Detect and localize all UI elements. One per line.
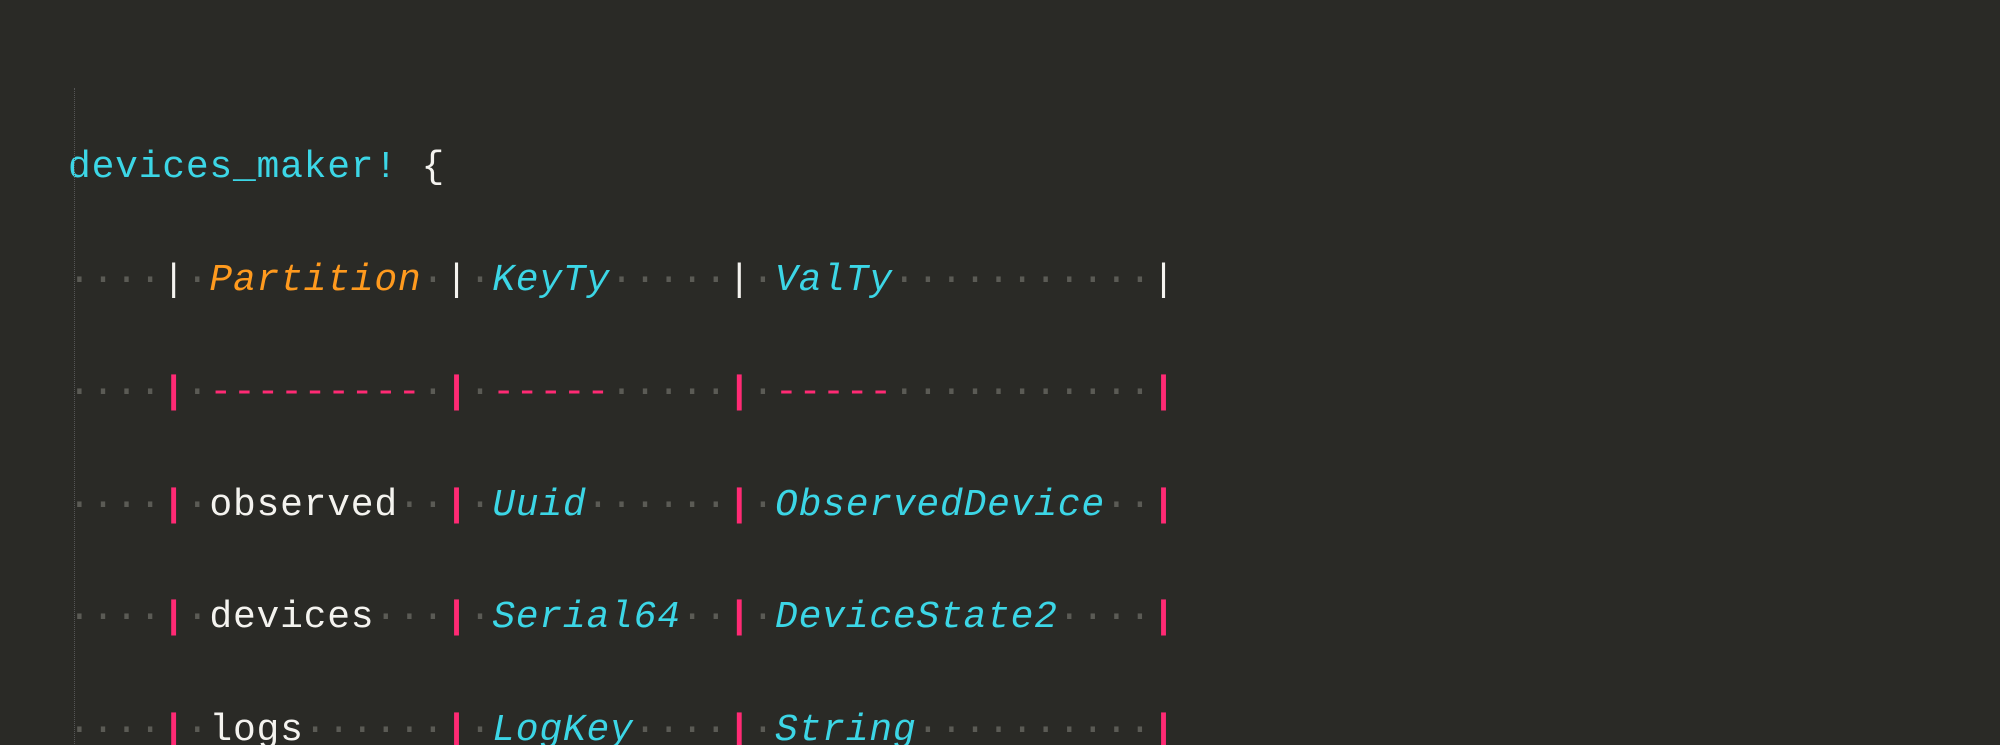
- ws: ·: [186, 484, 210, 527]
- pipe: |: [162, 596, 186, 639]
- pipe: |: [728, 596, 752, 639]
- indent-guide: [74, 88, 75, 745]
- pipe: |: [728, 259, 752, 302]
- ws: ·: [186, 259, 210, 302]
- ws: ·: [186, 371, 210, 414]
- cell-keyty: Uuid: [492, 484, 586, 527]
- macro-name: devices_maker!: [68, 146, 398, 189]
- pipe: |: [1152, 709, 1176, 745]
- ws: ······: [587, 484, 728, 527]
- ws: ·····: [610, 259, 728, 302]
- pipe: |: [162, 259, 186, 302]
- dashes: -----: [775, 371, 893, 414]
- code-line-separator: ····|·---------·|·-----·····|·-----·····…: [68, 365, 2000, 421]
- ws: ···: [374, 596, 445, 639]
- pipe: |: [445, 596, 469, 639]
- ws: ···········: [893, 371, 1152, 414]
- ws: ····: [68, 259, 162, 302]
- col-keyty: KeyTy: [492, 259, 610, 302]
- open-brace: {: [398, 146, 445, 189]
- dashes: -----: [492, 371, 610, 414]
- cell-valty: String: [775, 709, 916, 745]
- cell-partition: observed: [209, 484, 398, 527]
- ws: ··········: [916, 709, 1152, 745]
- ws: ··: [1105, 484, 1152, 527]
- ws: ··: [681, 596, 728, 639]
- cell-keyty: LogKey: [492, 709, 633, 745]
- ws: ·: [469, 484, 493, 527]
- ws: ···········: [893, 259, 1152, 302]
- ws: ·: [751, 371, 775, 414]
- ws: ·: [751, 596, 775, 639]
- code-line-row: ····|·devices···|·Serial64··|·DeviceStat…: [68, 590, 2000, 646]
- code-line-row: ····|·logs······|·LogKey····|·String····…: [68, 703, 2000, 745]
- ws: ·: [186, 596, 210, 639]
- code-line-header: ····|·Partition·|·KeyTy·····|·ValTy·····…: [68, 253, 2000, 309]
- ws: ·: [422, 259, 446, 302]
- pipe: |: [728, 709, 752, 745]
- pipe: |: [1152, 259, 1176, 302]
- cell-partition: devices: [209, 596, 374, 639]
- cell-partition: logs: [209, 709, 303, 745]
- ws: ·: [422, 371, 446, 414]
- code-block: devices_maker! { ····|·Partition·|·KeyTy…: [0, 0, 2000, 745]
- ws: ·: [751, 259, 775, 302]
- code-line-macro: devices_maker! {: [68, 140, 2000, 196]
- ws: ·: [751, 484, 775, 527]
- ws: ··: [398, 484, 445, 527]
- pipe: |: [445, 259, 469, 302]
- pipe: |: [445, 371, 469, 414]
- ws: ·: [751, 709, 775, 745]
- ws: ·: [469, 709, 493, 745]
- pipe: |: [445, 484, 469, 527]
- cell-keyty: Serial64: [492, 596, 681, 639]
- ws: ······: [304, 709, 445, 745]
- col-partition: Partition: [209, 259, 421, 302]
- ws: ····: [68, 596, 162, 639]
- pipe: |: [445, 709, 469, 745]
- ws: ····: [68, 484, 162, 527]
- pipe: |: [728, 484, 752, 527]
- code-line-row: ····|·observed··|·Uuid······|·ObservedDe…: [68, 478, 2000, 534]
- cell-valty: DeviceState2: [775, 596, 1058, 639]
- pipe: |: [728, 371, 752, 414]
- ws: ····: [68, 709, 162, 745]
- ws: ·: [469, 596, 493, 639]
- dashes: ---------: [209, 371, 421, 414]
- ws: ·····: [610, 371, 728, 414]
- ws: ····: [68, 371, 162, 414]
- pipe: |: [162, 709, 186, 745]
- ws: ····: [1058, 596, 1152, 639]
- pipe: |: [162, 371, 186, 414]
- cell-valty: ObservedDevice: [775, 484, 1105, 527]
- ws: ·: [469, 371, 493, 414]
- pipe: |: [1152, 484, 1176, 527]
- ws: ·: [469, 259, 493, 302]
- pipe: |: [162, 484, 186, 527]
- ws: ·: [186, 709, 210, 745]
- pipe: |: [1152, 596, 1176, 639]
- ws: ····: [634, 709, 728, 745]
- pipe: |: [1152, 371, 1176, 414]
- col-valty: ValTy: [775, 259, 893, 302]
